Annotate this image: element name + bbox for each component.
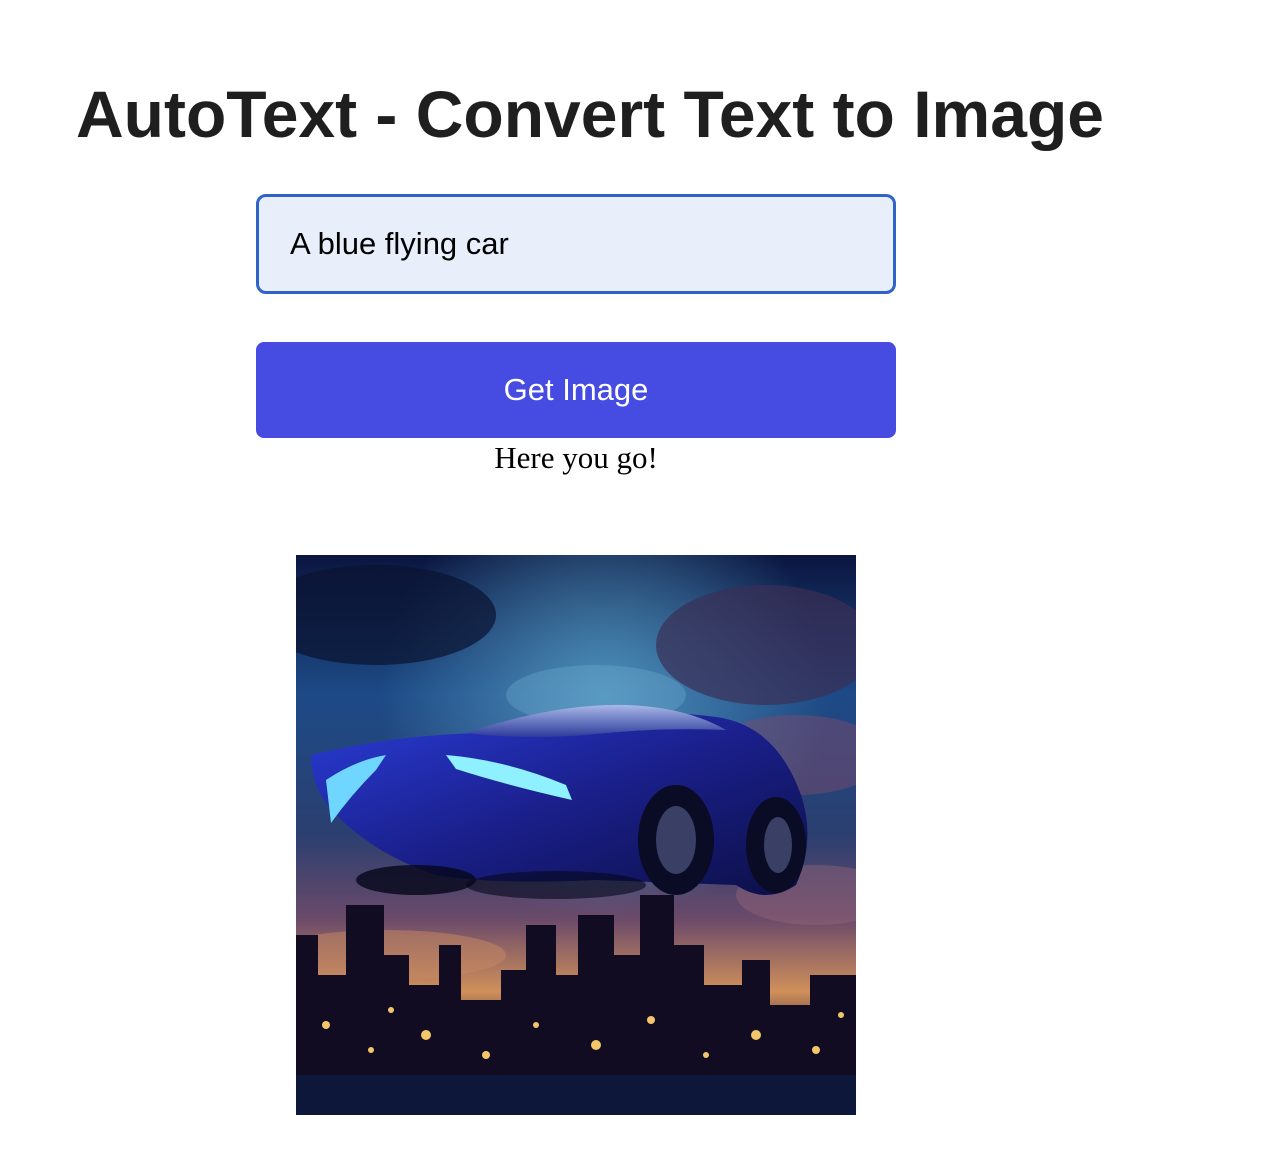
prompt-input[interactable] (256, 194, 896, 294)
page-title: AutoText - Convert Text to Image (76, 77, 1104, 151)
page: AutoText - Convert Text to Image Get Ima… (0, 0, 1278, 1170)
generated-image (296, 555, 856, 1115)
status-message: Here you go! (494, 440, 658, 475)
get-image-button[interactable]: Get Image (256, 342, 896, 438)
